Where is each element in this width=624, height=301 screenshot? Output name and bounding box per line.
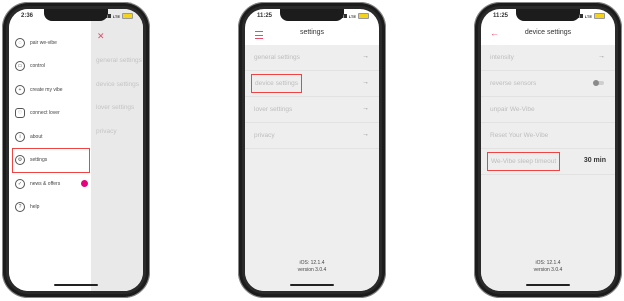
arrow-right-icon: → [362,105,369,112]
nav-header: settings [245,23,379,45]
settings-row-general[interactable]: general settings → [245,45,379,71]
nav-header: ← device settings [481,23,615,45]
menu-item-settings[interactable]: ⚙ settings [12,147,90,173]
row-label: unpair We-Vibe [490,106,535,113]
notch [516,9,580,21]
gear-icon: ⚙ [15,155,25,166]
notch [280,9,344,21]
info-icon: i [15,131,25,142]
highlight-box: We-Vibe sleep timeout [487,152,561,171]
settings-row-unpair[interactable]: unpair We-Vibe [481,97,615,123]
app-version: version 3.0.4 [297,266,327,273]
device-settings-list: intensity → reverse sensors unpair We-Vib… [481,45,615,291]
status-time: 11:25 [493,13,509,19]
status-time: 11:25 [257,13,273,19]
close-icon[interactable]: ✕ [97,31,105,42]
settings-row-device[interactable]: device settings → [245,71,379,97]
arrow-right-icon: → [362,53,369,60]
menu-item-label: connect lover [30,110,60,117]
phone-3: 11:25 LTE ← device settings intensity → r… [474,2,622,298]
page-title: settings [299,29,325,36]
settings-list: general settings → device settings → lover… [245,45,379,291]
background-panel: ✕ general settings device settings lover… [91,9,143,291]
battery-icon [122,13,133,19]
menu-item-label: news & offers [30,180,61,187]
phone-2: 11:25 LTE settings general settings → dev… [238,2,386,298]
menu-item-label: pair we-vibe [30,39,57,46]
arrow-right-icon: → [598,53,605,60]
phone-bezel: 11:25 LTE settings general settings → dev… [242,6,382,294]
menu-item-control[interactable]: ▭ control [15,55,87,79]
home-indicator [54,284,98,286]
side-drawer: ◌ pair we-vibe ▭ control + create my vibe ♡… [9,9,91,291]
people-icon: ♡ [15,108,25,119]
app-version: version 3.0.4 [533,266,563,273]
menu-item-label: control [30,63,46,70]
settings-row-privacy[interactable]: privacy → [245,123,379,149]
row-label: device settings [255,80,298,87]
settings-row-sleep-timeout[interactable]: We-Vibe sleep timeout 30 min [481,149,615,175]
network-label: LTE [584,13,592,19]
highlight-box: device settings [251,74,302,93]
menu-item-create-vibe[interactable]: + create my vibe [15,78,87,102]
menu-item-about[interactable]: i about [15,125,87,149]
menu-item-label: settings [30,157,48,164]
home-indicator [526,284,570,286]
gamepad-icon: ▭ [15,61,25,72]
plus-icon: + [15,84,25,95]
menu-item-label: create my vibe [30,86,63,93]
menu-item-help[interactable]: ? help [15,196,87,220]
row-label: privacy [254,132,275,139]
settings-row-reverse-sensors: reverse sensors [481,71,615,97]
settings-row-intensity[interactable]: intensity → [481,45,615,71]
panel-item-lover: lover settings [96,104,135,111]
home-indicator [290,284,334,286]
menu-item-connect-lover[interactable]: ♡ connect lover [15,102,87,126]
screen-settings: 11:25 LTE settings general settings → dev… [245,9,379,291]
screen-menu: 2:36 LTE ✕ general settings device setti… [9,9,143,291]
notification-badge [81,180,88,187]
vibe-icon: ◌ [15,37,25,48]
screen-device-settings: 11:25 LTE ← device settings intensity → r… [481,9,615,291]
menu-item-label: about [30,133,43,140]
question-icon: ? [15,202,25,213]
row-label: intensity [490,54,514,61]
row-label: general settings [254,54,300,61]
notch [44,9,108,21]
network-label: LTE [348,13,356,19]
phone-bezel: 2:36 LTE ✕ general settings device setti… [6,6,146,294]
checkmark-icon: ✓ [15,178,25,189]
sleep-timeout-value: 30 min [583,157,606,164]
row-label: reverse sensors [490,80,537,87]
menu-item-pair[interactable]: ◌ pair we-vibe [15,31,87,55]
page-title: device settings [524,29,572,36]
arrow-right-icon: → [362,131,369,138]
version-footer: iOS: 12.1.4 version 3.0.4 [481,260,615,273]
settings-row-reset[interactable]: Reset Your We-Vibe [481,123,615,149]
row-label: Reset Your We-Vibe [490,132,549,139]
row-label: lover settings [254,106,293,113]
menu-item-label: help [30,204,40,211]
network-label: LTE [112,13,120,19]
panel-item-device: device settings [96,80,139,88]
battery-icon [594,13,605,19]
panel-item-privacy: privacy [96,127,117,135]
version-footer: iOS: 12.1.4 version 3.0.4 [245,260,379,273]
menu-item-news[interactable]: ✓ news & offers [15,172,88,196]
arrow-right-icon: → [362,79,369,86]
battery-icon [358,13,369,19]
panel-item-general: general settings [96,57,142,64]
settings-row-lover[interactable]: lover settings → [245,97,379,123]
phone-1: 2:36 LTE ✕ general settings device setti… [2,2,150,298]
row-label: We-Vibe sleep timeout [491,158,557,165]
status-time: 2:36 [21,13,34,19]
phone-bezel: 11:25 LTE ← device settings intensity → r… [478,6,618,294]
reverse-sensors-toggle[interactable] [593,80,604,86]
